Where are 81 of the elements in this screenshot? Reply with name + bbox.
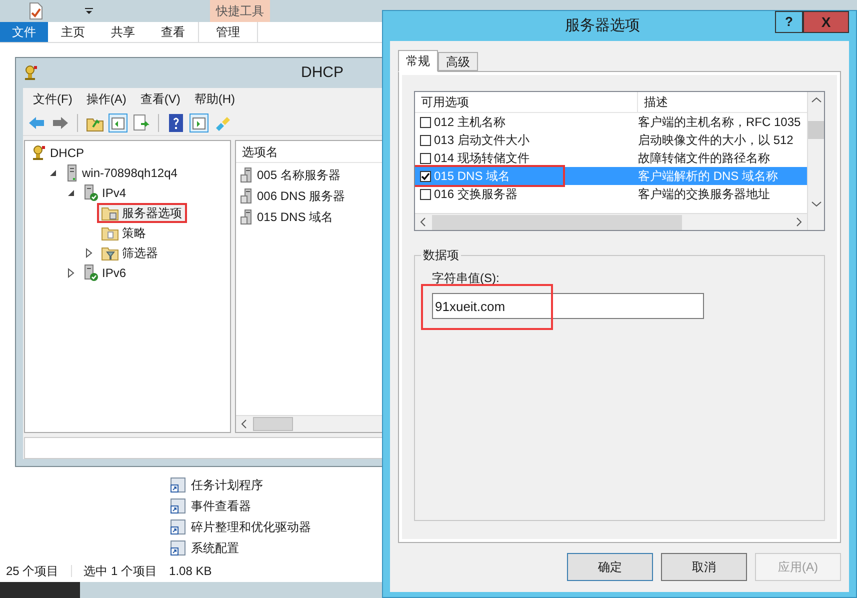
column-header[interactable]: 可用选项 xyxy=(415,92,638,112)
menu-item[interactable]: 文件(F) xyxy=(33,90,72,108)
file-item[interactable]: 任务计划程序 xyxy=(165,476,315,494)
check-icon xyxy=(421,172,430,180)
tree-item[interactable]: 服务器选项 xyxy=(97,203,187,223)
tree-item[interactable]: 策略 xyxy=(97,223,151,243)
dialog-button[interactable]: 确定 xyxy=(567,552,653,580)
dialog-title: 服务器选项 xyxy=(564,16,641,36)
pane-icon[interactable] xyxy=(189,112,209,132)
contextual-tab-label: 快捷工具 xyxy=(210,0,270,22)
expanded-arrow-icon[interactable] xyxy=(49,169,57,177)
vertical-scrollbar[interactable] xyxy=(807,92,824,230)
export-icon[interactable] xyxy=(131,112,151,132)
field-label: 字符串值(S): xyxy=(432,270,500,287)
collapsed-arrow-icon[interactable] xyxy=(67,268,75,278)
close-button[interactable]: X xyxy=(803,11,849,33)
dhcp-icon xyxy=(23,65,39,81)
server-check-icon xyxy=(83,184,99,202)
column-header[interactable]: 描述 xyxy=(638,92,807,112)
document-icon[interactable] xyxy=(28,2,44,20)
checkbox[interactable] xyxy=(420,134,431,146)
tree-item[interactable]: win-70898qh12q4 xyxy=(61,163,182,183)
horizontal-scrollbar[interactable] xyxy=(415,213,807,230)
server-icon xyxy=(240,188,254,204)
tab[interactable]: 高级 xyxy=(438,52,478,71)
checkbox[interactable] xyxy=(420,116,431,128)
filter-folder-icon xyxy=(101,245,119,261)
list-item[interactable]: 005 名称服务器 xyxy=(240,166,385,184)
horizontal-scrollbar[interactable] xyxy=(236,415,385,432)
tree-item[interactable]: DHCP xyxy=(27,143,90,163)
dialog-button[interactable]: 取消 xyxy=(661,552,747,580)
file-item[interactable]: 碎片整理和优化驱动器 xyxy=(165,518,315,536)
help-icon[interactable] xyxy=(166,112,186,132)
file-item[interactable]: 事件查看器 xyxy=(165,497,315,515)
menu-item[interactable]: 操作(A) xyxy=(86,90,126,108)
shortcut-icon xyxy=(169,539,187,557)
option-row[interactable]: 012 主机名称 客户端的主机名称，RFC 1035 xyxy=(415,113,807,131)
dropdown-icon[interactable] xyxy=(84,7,94,15)
ribbon-tab[interactable]: 共享 xyxy=(98,22,148,42)
menu-item[interactable]: 帮助(H) xyxy=(194,90,235,108)
server-icon xyxy=(240,167,254,183)
tab[interactable]: 常规 xyxy=(398,50,438,72)
status-text: 25 个项目 xyxy=(6,563,59,580)
help-button[interactable]: ? xyxy=(775,11,803,33)
collapsed-arrow-icon[interactable] xyxy=(85,248,93,258)
ribbon-tab[interactable]: 主页 xyxy=(48,22,98,42)
scrollbar-thumb[interactable] xyxy=(253,417,293,431)
expanded-arrow-icon[interactable] xyxy=(67,189,75,197)
scrollbar-thumb[interactable] xyxy=(432,214,682,230)
ribbon-tab[interactable]: 查看 xyxy=(148,22,198,42)
shortcut-icon xyxy=(169,497,187,515)
tree-item[interactable]: IPv6 xyxy=(79,263,132,283)
menu-item[interactable]: 查看(V) xyxy=(140,90,180,108)
option-row[interactable]: 016 交换服务器 客户端的交换服务器地址 xyxy=(415,185,807,203)
server-check-icon xyxy=(83,264,99,282)
group-title: 数据项 xyxy=(421,246,461,264)
list-item[interactable]: 015 DNS 域名 xyxy=(240,208,385,226)
dhcp-icon xyxy=(31,145,47,161)
server-icon xyxy=(240,209,254,225)
checkbox[interactable] xyxy=(420,170,431,182)
list-item[interactable]: 006 DNS 服务器 xyxy=(240,187,385,205)
folder-icon xyxy=(101,205,119,221)
option-row[interactable]: 014 现场转储文件 故障转储文件的路径名称 xyxy=(415,149,807,167)
file-tab[interactable]: 文件 xyxy=(0,22,48,42)
shortcut-icon xyxy=(169,476,187,494)
tree-item[interactable]: IPv4 xyxy=(79,183,132,203)
status-text: 选中 1 个项目 xyxy=(84,563,158,580)
folder-icon xyxy=(101,225,119,241)
window-title: DHCP xyxy=(301,62,344,83)
shortcut-icon xyxy=(169,518,187,536)
tree-item[interactable]: 筛选器 xyxy=(97,243,163,263)
option-row[interactable]: 013 启动文件大小 启动映像文件的大小，以 512 xyxy=(415,131,807,149)
input-field[interactable]: 91xueit.com xyxy=(432,293,704,319)
checkbox[interactable] xyxy=(420,152,431,164)
pane-icon[interactable] xyxy=(108,112,128,132)
scrollbar-thumb[interactable] xyxy=(808,121,824,139)
server-icon xyxy=(65,164,79,182)
status-text: 1.08 KB xyxy=(169,563,212,580)
file-item[interactable]: 系统配置 xyxy=(165,539,315,557)
ribbon-tab[interactable]: 管理 xyxy=(198,22,258,42)
checkbox[interactable] xyxy=(420,188,431,200)
